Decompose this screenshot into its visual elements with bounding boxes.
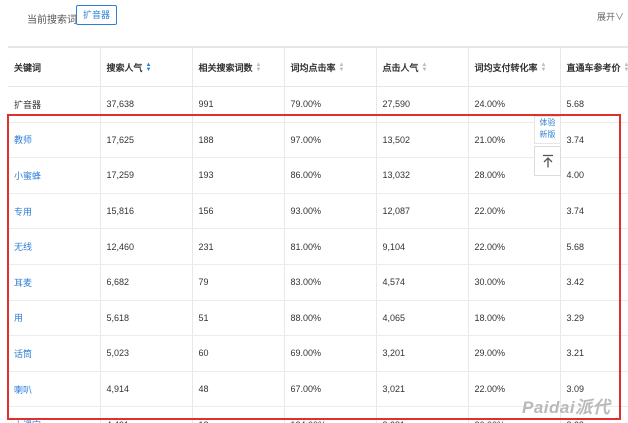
related-terms-cell: 60 [191,335,284,372]
sort-icon[interactable]: ▲ ▼ [256,62,262,73]
search-popularity-cell: 5,618 [99,300,192,337]
chevron-down-icon: ∨ [614,12,624,22]
expand-toggle[interactable]: 展开∨ [597,10,624,23]
sort-icon[interactable]: ▲ ▼ [541,62,547,73]
click-popularity-cell: 12,087 [375,193,468,230]
click-popularity-cell: 4,065 [375,300,468,337]
arrow-up-icon [542,154,553,168]
ctr-cell: 93.00% [283,193,376,230]
header-search-popularity[interactable]: 搜索人气 ▲ ▼ [99,46,192,87]
click-popularity-cell: 27,590 [375,86,468,123]
header-ad-price[interactable]: 直通车参考价 ▲ ▼ [559,46,628,87]
related-terms-cell: 991 [191,86,284,123]
search-popularity-cell: 17,259 [99,157,192,194]
click-popularity-cell: 3,201 [375,335,468,372]
search-popularity-cell: 15,816 [99,193,192,230]
click-popularity-cell: 9,104 [375,228,468,265]
ctr-cell: 86.00% [283,157,376,194]
ad-price-cell: 3.21 [559,335,628,372]
search-popularity-cell: 6,682 [99,264,192,301]
related-terms-cell: 193 [191,157,284,194]
search-popularity-cell: 37,638 [99,86,192,123]
click-popularity-cell: 13,502 [375,122,468,159]
keyword-link[interactable]: 耳麦 [8,264,100,301]
sort-icon[interactable]: ▲ ▼ [339,62,345,73]
new-version-label-1: 体验 [539,118,556,127]
expand-label: 展开 [596,12,615,22]
ad-price-cell: 3.74 [559,193,628,230]
ad-price-cell: 4.00 [559,157,628,194]
ctr-cell: 124.00% [283,406,376,423]
related-terms-cell: 51 [191,300,284,337]
sort-icon[interactable]: ▲ ▼ [624,62,628,73]
conversion-cell: 29.00% [467,335,560,372]
related-terms-cell: 18 [191,406,284,423]
sort-icon[interactable]: ▲ ▼ [146,62,152,73]
try-new-version-button[interactable]: 体验 新版 [534,116,561,144]
related-terms-cell: 231 [191,228,284,265]
ad-price-cell: 3.74 [559,122,628,159]
back-to-top-button[interactable] [534,146,561,176]
ctr-cell: 88.00% [283,300,376,337]
ctr-cell: 97.00% [283,122,376,159]
table-row: 专用 15,816 156 93.00% 12,087 22.00% 3.74 [8,193,628,230]
keyword-table-container: 关键词 搜索人气 ▲ ▼ 相关搜索词数 ▲ ▼ 词均点击率 ▲ ▼ 点击人气 ▲ ▼ 词均支付转… [8,46,628,423]
table-header-row: 关键词 搜索人气 ▲ ▼ 相关搜索词数 ▲ ▼ 词均点击率 ▲ ▼ 点击人气 ▲ ▼ 词均支付转… [8,46,628,87]
header-conversion[interactable]: 词均支付转化率 ▲ ▼ [467,46,560,87]
table-row: 无线 12,460 231 81.00% 9,104 22.00% 5.68 [8,228,628,265]
click-popularity-cell: 13,032 [375,157,468,194]
ad-price-cell: 3.42 [559,264,628,301]
sort-icon[interactable]: ▲ ▼ [422,62,428,73]
new-version-label-2: 新版 [539,130,556,139]
ad-price-cell: 5.68 [559,228,628,265]
click-popularity-cell: 3,021 [375,371,468,408]
ad-price-cell: 5.68 [559,86,628,123]
search-popularity-cell: 17,625 [99,122,192,159]
search-popularity-cell: 5,023 [99,335,192,372]
conversion-cell: 22.00% [467,228,560,265]
ctr-cell: 81.00% [283,228,376,265]
keyword-table: 关键词 搜索人气 ▲ ▼ 相关搜索词数 ▲ ▼ 词均点击率 ▲ ▼ 点击人气 ▲ ▼ 词均支付转… [8,46,628,423]
conversion-cell: 30.00% [467,264,560,301]
related-terms-cell: 48 [191,371,284,408]
ad-price-cell: 3.29 [559,300,628,337]
ctr-cell: 79.00% [283,86,376,123]
ctr-cell: 69.00% [283,335,376,372]
search-bar: 当前搜索词： 扩音器 展开∨ [0,0,628,38]
current-keyword-tag[interactable]: 扩音器 [76,5,118,25]
table-row: 用 5,618 51 88.00% 4,065 18.00% 3.29 [8,300,628,337]
table-row: 话筒 5,023 60 69.00% 3,201 29.00% 3.21 [8,335,628,372]
keyword-cell: 扩音器 [8,86,100,123]
search-popularity-cell: 4,491 [99,406,192,423]
keyword-link[interactable]: 专用 [8,193,100,230]
conversion-cell: 18.00% [467,300,560,337]
click-popularity-cell: 4,574 [375,264,468,301]
keyword-link[interactable]: 喇叭 [8,371,100,408]
keyword-link[interactable]: 教师 [8,122,100,159]
watermark-logo: Paidai派代 [522,398,611,417]
keyword-link[interactable]: 小蜜蜂 [8,157,100,194]
keyword-link[interactable]: 无线 [8,228,100,265]
conversion-cell: 22.00% [467,193,560,230]
related-terms-cell: 188 [191,122,284,159]
ctr-cell: 67.00% [283,371,376,408]
table-row: 耳麦 6,682 79 83.00% 4,574 30.00% 3.42 [8,264,628,301]
keyword-link[interactable]: 用 [8,300,100,337]
search-popularity-cell: 4,914 [99,371,192,408]
keyword-link[interactable]: 上课宝 [8,406,100,423]
search-popularity-cell: 12,460 [99,228,192,265]
ctr-cell: 83.00% [283,264,376,301]
click-popularity-cell: 3,281 [375,406,468,423]
header-ctr[interactable]: 词均点击率 ▲ ▼ [283,46,376,87]
header-click-popularity[interactable]: 点击人气 ▲ ▼ [375,46,468,87]
header-keyword: 关键词 [8,46,100,87]
keyword-link[interactable]: 话筒 [8,335,100,372]
header-related-terms[interactable]: 相关搜索词数 ▲ ▼ [191,46,284,87]
related-terms-cell: 156 [191,193,284,230]
related-terms-cell: 79 [191,264,284,301]
